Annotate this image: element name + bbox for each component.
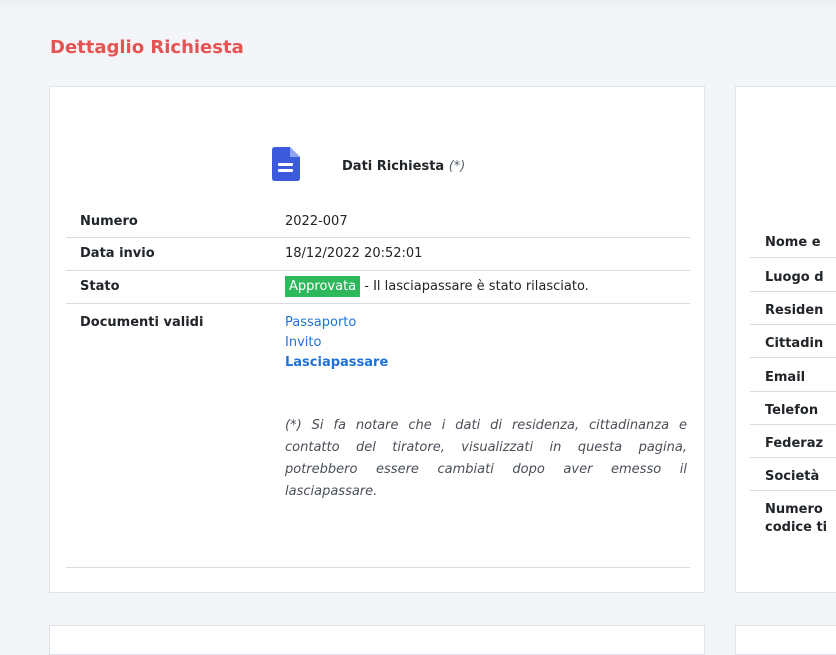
request-detail-table: Numero 2022-007 Data invio 18/12/2022 20… bbox=[66, 207, 690, 568]
label-nome: Nome e bbox=[765, 235, 821, 250]
file-document-icon bbox=[272, 147, 300, 181]
label-numero-tessera: Numero bbox=[765, 502, 823, 517]
link-passaporto[interactable]: Passaporto bbox=[285, 313, 690, 333]
label-residenza: Residen bbox=[765, 303, 824, 318]
status-text: - Il lasciapassare è stato rilasciato. bbox=[360, 279, 589, 294]
label-societa: Società bbox=[765, 469, 820, 484]
footnote-marker: (*) bbox=[448, 159, 466, 174]
bottom-card-left bbox=[49, 625, 705, 655]
divider bbox=[750, 424, 836, 425]
divider bbox=[750, 324, 836, 325]
row-data-invio: Data invio 18/12/2022 20:52:01 bbox=[66, 237, 690, 271]
value-data-invio: 18/12/2022 20:52:01 bbox=[285, 237, 690, 271]
row-numero: Numero 2022-007 bbox=[66, 207, 690, 238]
footnote-text: (*) Si fa notare che i dati di residenza… bbox=[285, 418, 687, 499]
divider bbox=[750, 257, 836, 258]
request-card-header: Dati Richiesta (*) bbox=[50, 147, 704, 195]
divider bbox=[750, 357, 836, 358]
link-lasciapassare[interactable]: Lasciapassare bbox=[285, 353, 690, 373]
status-badge: Approvata bbox=[285, 276, 361, 297]
label-stato: Stato bbox=[66, 270, 285, 304]
request-card-title-text: Dati Richiesta bbox=[342, 159, 445, 174]
value-numero: 2022-007 bbox=[285, 207, 690, 238]
label-telefono: Telefon bbox=[765, 403, 819, 418]
label-luogo: Luogo d bbox=[765, 270, 824, 285]
request-card-title: Dati Richiesta (*) bbox=[342, 159, 465, 174]
link-invito[interactable]: Invito bbox=[285, 333, 690, 353]
label-documenti: Documenti validi bbox=[66, 303, 285, 568]
value-documenti: Passaporto Invito Lasciapassare (*) Si f… bbox=[285, 303, 690, 568]
label-numero: Numero bbox=[66, 207, 285, 238]
bottom-card-right bbox=[735, 625, 836, 655]
divider bbox=[750, 291, 836, 292]
page-title: Dettaglio Richiesta bbox=[50, 37, 244, 58]
row-documenti: Documenti validi Passaporto Invito Lasci… bbox=[66, 303, 690, 568]
label-email: Email bbox=[765, 370, 806, 385]
person-details-card: Nome e Luogo d Residen Cittadin Email Te… bbox=[735, 86, 836, 593]
top-bar-shadow bbox=[0, 0, 836, 12]
row-stato: Stato Approvata - Il lasciapassare è sta… bbox=[66, 270, 690, 304]
divider bbox=[750, 490, 836, 491]
value-stato: Approvata - Il lasciapassare è stato ril… bbox=[285, 270, 690, 304]
divider bbox=[750, 391, 836, 392]
label-codice: codice ti bbox=[765, 520, 828, 535]
label-data-invio: Data invio bbox=[66, 237, 285, 271]
request-details-card: Dati Richiesta (*) Numero 2022-007 Data … bbox=[49, 86, 705, 593]
label-cittadinanza: Cittadin bbox=[765, 336, 824, 351]
label-federazione: Federaz bbox=[765, 436, 824, 451]
divider bbox=[750, 457, 836, 458]
